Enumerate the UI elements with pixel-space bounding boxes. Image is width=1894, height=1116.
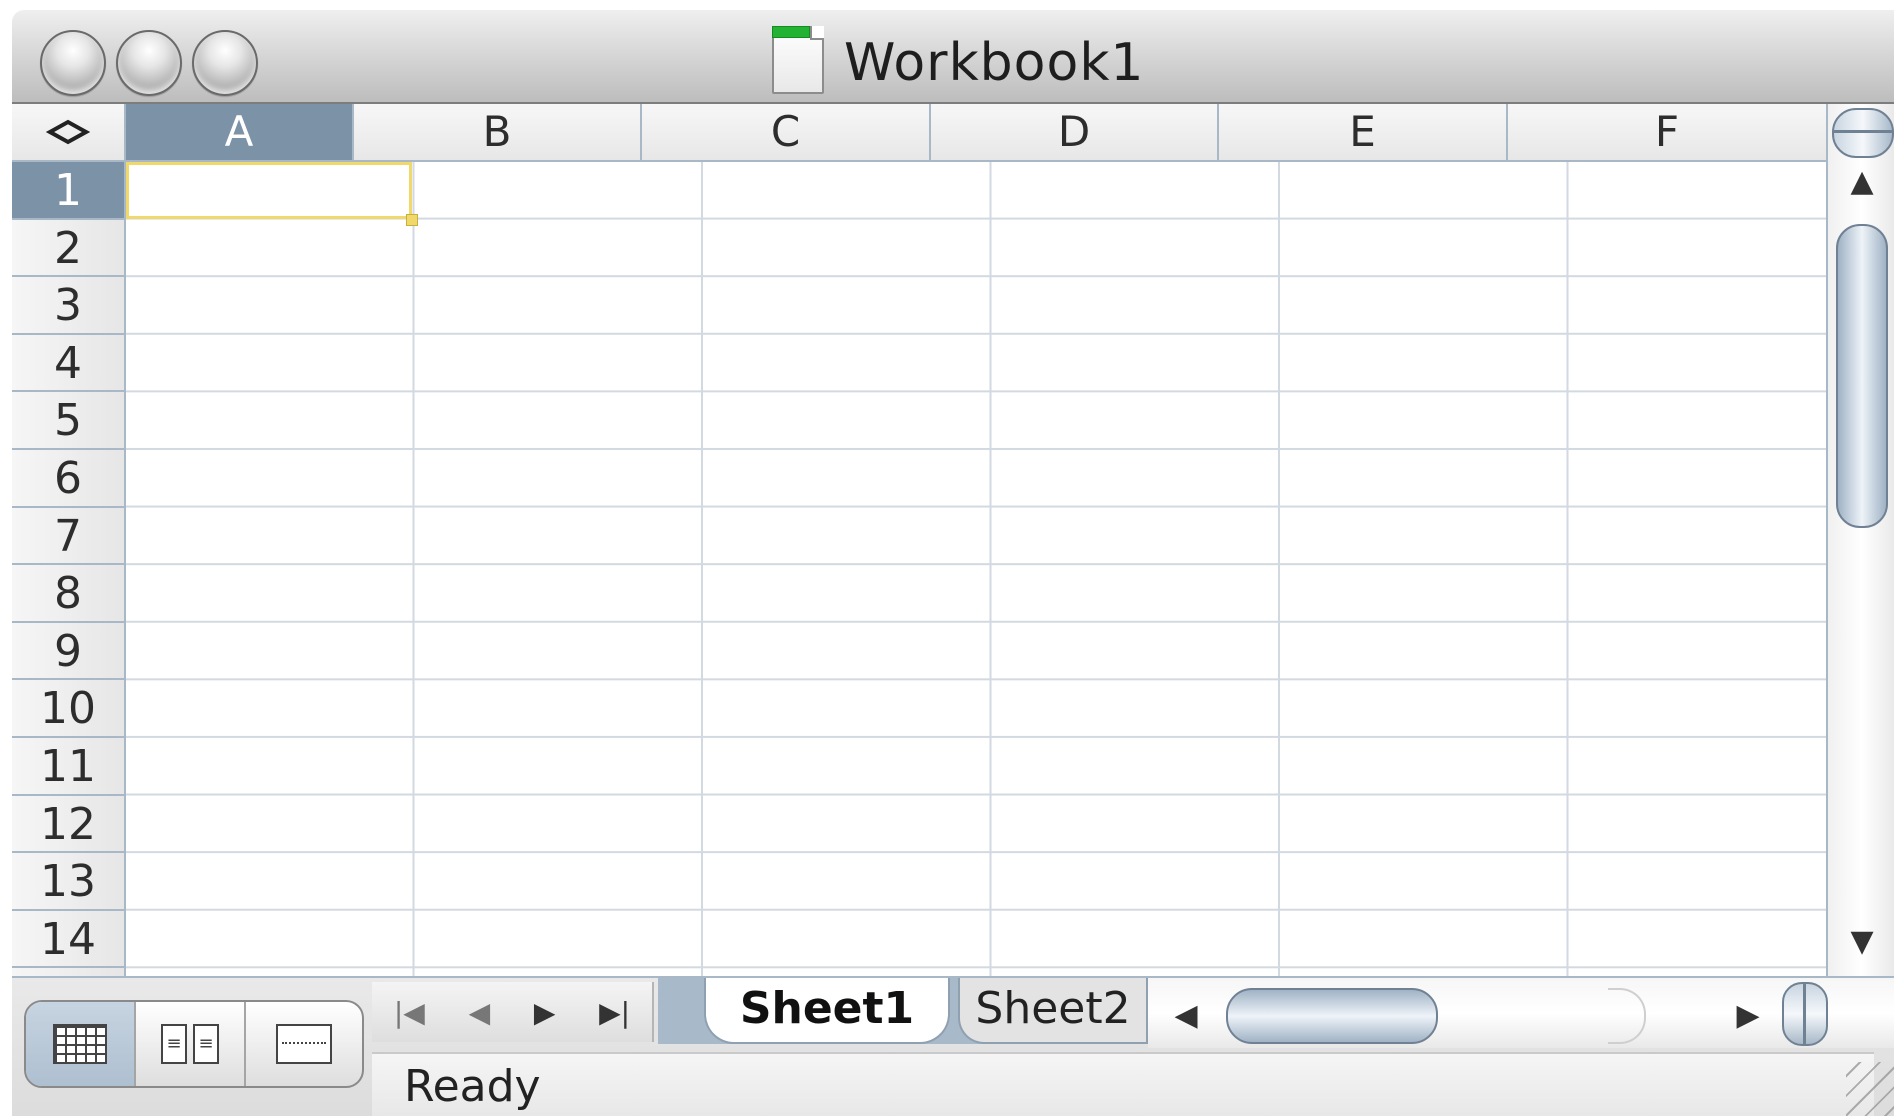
row-header-4[interactable]: 4	[12, 335, 124, 393]
row-header-11[interactable]: 11	[12, 738, 124, 796]
minimize-button[interactable]	[116, 30, 182, 96]
horizontal-scrollbar[interactable]: ◀ ▶	[1148, 978, 1894, 1048]
first-sheet-button[interactable]: |◀	[394, 996, 425, 1029]
horizontal-scroll-thumb[interactable]	[1226, 988, 1438, 1044]
page-break-preview-icon	[276, 1024, 332, 1064]
page-layout-view-button[interactable]: ≡ ≡	[136, 1002, 246, 1086]
sheet-tab-sheet2[interactable]: Sheet2	[958, 978, 1148, 1044]
document-icon	[772, 26, 824, 94]
vertical-scrollbar[interactable]: ▲ ▼	[1826, 104, 1894, 976]
row-header-column: 1 2 3 4 5 6 7 8 9 10 11 12 13 14	[12, 162, 126, 976]
last-sheet-button[interactable]: ▶|	[599, 996, 630, 1029]
column-header-a[interactable]: A	[126, 104, 354, 160]
vertical-scroll-thumb[interactable]	[1836, 224, 1888, 528]
sheet-tab-sheet1[interactable]: Sheet1	[704, 978, 950, 1044]
sheet-tabs: Sheet1 Sheet2	[658, 978, 1148, 1044]
vertical-split-handle[interactable]	[1832, 108, 1894, 158]
view-switcher: ≡ ≡	[24, 1000, 364, 1088]
column-header-row: A B C D E F	[12, 104, 1826, 162]
diamond-icon	[46, 119, 90, 145]
next-sheet-button[interactable]: ▶	[534, 996, 556, 1029]
resize-grip-icon[interactable]	[1846, 1062, 1894, 1116]
scroll-down-arrow[interactable]: ▼	[1842, 924, 1882, 959]
horizontal-split-handle[interactable]	[1782, 982, 1828, 1046]
row-header-3[interactable]: 3	[12, 277, 124, 335]
column-header-c[interactable]: C	[642, 104, 931, 160]
page-break-preview-button[interactable]	[246, 1002, 362, 1086]
row-header-10[interactable]: 10	[12, 680, 124, 738]
row-header-8[interactable]: 8	[12, 565, 124, 623]
zoom-button[interactable]	[192, 30, 258, 96]
cell-grid[interactable]	[126, 162, 1826, 976]
bottom-bar: ≡ ≡ |◀ ◀ ▶ ▶| Sheet1 Sheet2 ◀ ▶ Ready	[12, 976, 1894, 1116]
row-header-2[interactable]: 2	[12, 220, 124, 278]
row-header-6[interactable]: 6	[12, 450, 124, 508]
window-title: Workbook1	[844, 33, 1145, 93]
column-header-f[interactable]: F	[1508, 104, 1826, 160]
previous-sheet-button[interactable]: ◀	[469, 996, 491, 1029]
row-header-7[interactable]: 7	[12, 508, 124, 566]
status-bar: Ready	[372, 1052, 1874, 1116]
row-header-13[interactable]: 13	[12, 853, 124, 911]
row-header-12[interactable]: 12	[12, 796, 124, 854]
sheet-tab-navigation: |◀ ◀ ▶ ▶|	[372, 982, 654, 1042]
column-header-b[interactable]: B	[354, 104, 642, 160]
normal-view-icon	[53, 1024, 107, 1064]
row-header-14[interactable]: 14	[12, 911, 124, 969]
scroll-left-arrow[interactable]: ◀	[1166, 998, 1206, 1033]
scroll-up-arrow[interactable]: ▲	[1842, 164, 1882, 199]
scroll-right-arrow[interactable]: ▶	[1728, 998, 1768, 1033]
column-header-d[interactable]: D	[931, 104, 1219, 160]
horizontal-scroll-track-end	[1608, 988, 1646, 1044]
row-header-9[interactable]: 9	[12, 623, 124, 681]
title-bar[interactable]: Workbook1	[12, 10, 1894, 104]
column-header-e[interactable]: E	[1219, 104, 1508, 160]
row-header-5[interactable]: 5	[12, 392, 124, 450]
excel-window: Workbook1 A B C D E F 1 2 3 4 5 6 7 8 9 …	[0, 0, 1894, 1116]
close-button[interactable]	[40, 30, 106, 96]
normal-view-button[interactable]	[26, 1002, 136, 1086]
active-cell-a1[interactable]	[126, 162, 412, 219]
select-all-button[interactable]	[12, 104, 126, 160]
page-layout-view-icon: ≡ ≡	[161, 1024, 219, 1064]
fill-handle[interactable]	[406, 214, 418, 226]
row-header-1[interactable]: 1	[12, 162, 124, 220]
